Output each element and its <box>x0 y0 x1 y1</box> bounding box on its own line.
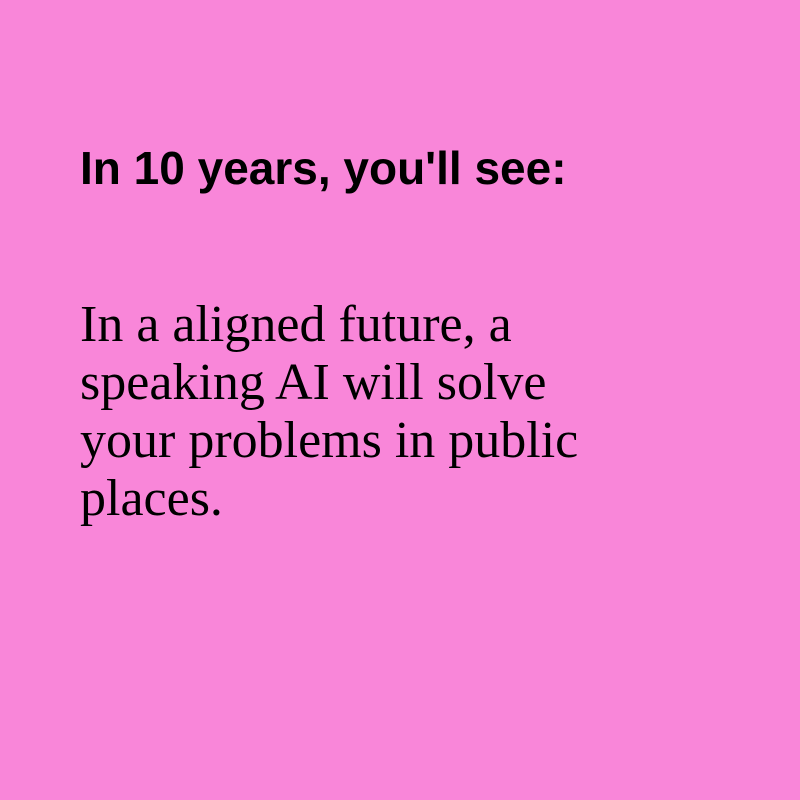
body-text: In a aligned future, a speaking AI will … <box>80 296 720 528</box>
body-line-1: In a aligned future, a <box>80 296 512 353</box>
heading: In 10 years, you'll see: <box>80 142 567 194</box>
pink-card: In 10 years, you'll see: In a aligned fu… <box>0 0 800 800</box>
body-line-2: speaking AI will solve <box>80 354 547 411</box>
body-line-4: places. <box>80 470 223 527</box>
body-line-3: your problems in public <box>80 412 579 469</box>
